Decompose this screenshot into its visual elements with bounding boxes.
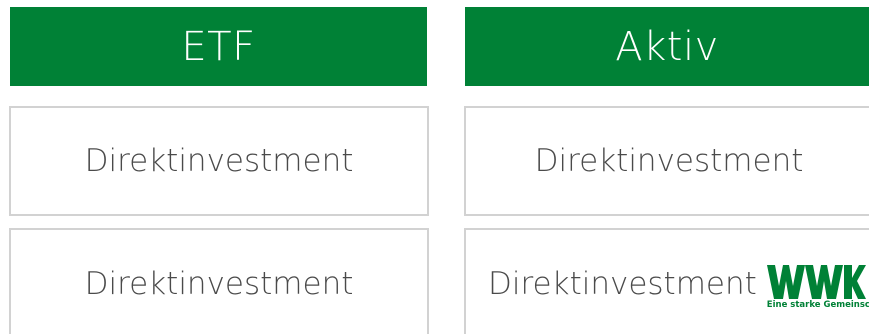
cell-aktiv-row-2: Direktinvestment Eine starke Gemeinschaf… xyxy=(464,228,869,334)
header-etf-label: ETF xyxy=(181,23,256,70)
wwk-logo-mark xyxy=(766,264,866,299)
cell-aktiv-row-1-label: Direktinvestment xyxy=(534,143,804,179)
cell-etf-row-1-label: Direktinvestment xyxy=(84,143,354,179)
cell-etf-row-1: Direktinvestment xyxy=(9,106,429,216)
header-aktiv: Aktiv xyxy=(465,7,869,86)
header-aktiv-label: Aktiv xyxy=(615,23,719,70)
header-etf: ETF xyxy=(10,7,427,86)
cell-aktiv-row-2-label: Direktinvestment xyxy=(488,266,757,302)
wwk-logo: Eine starke Gemeinschaft xyxy=(766,264,869,310)
wwk-logo-tagline: Eine starke Gemeinschaft xyxy=(766,299,869,310)
cell-aktiv-row-1: Direktinvestment xyxy=(464,106,869,216)
comparison-diagram: ETF Direktinvestment Direktinvestment Ak… xyxy=(0,0,869,334)
cell-etf-row-2: Direktinvestment xyxy=(9,228,429,334)
cell-etf-row-2-label: Direktinvestment xyxy=(84,266,354,302)
